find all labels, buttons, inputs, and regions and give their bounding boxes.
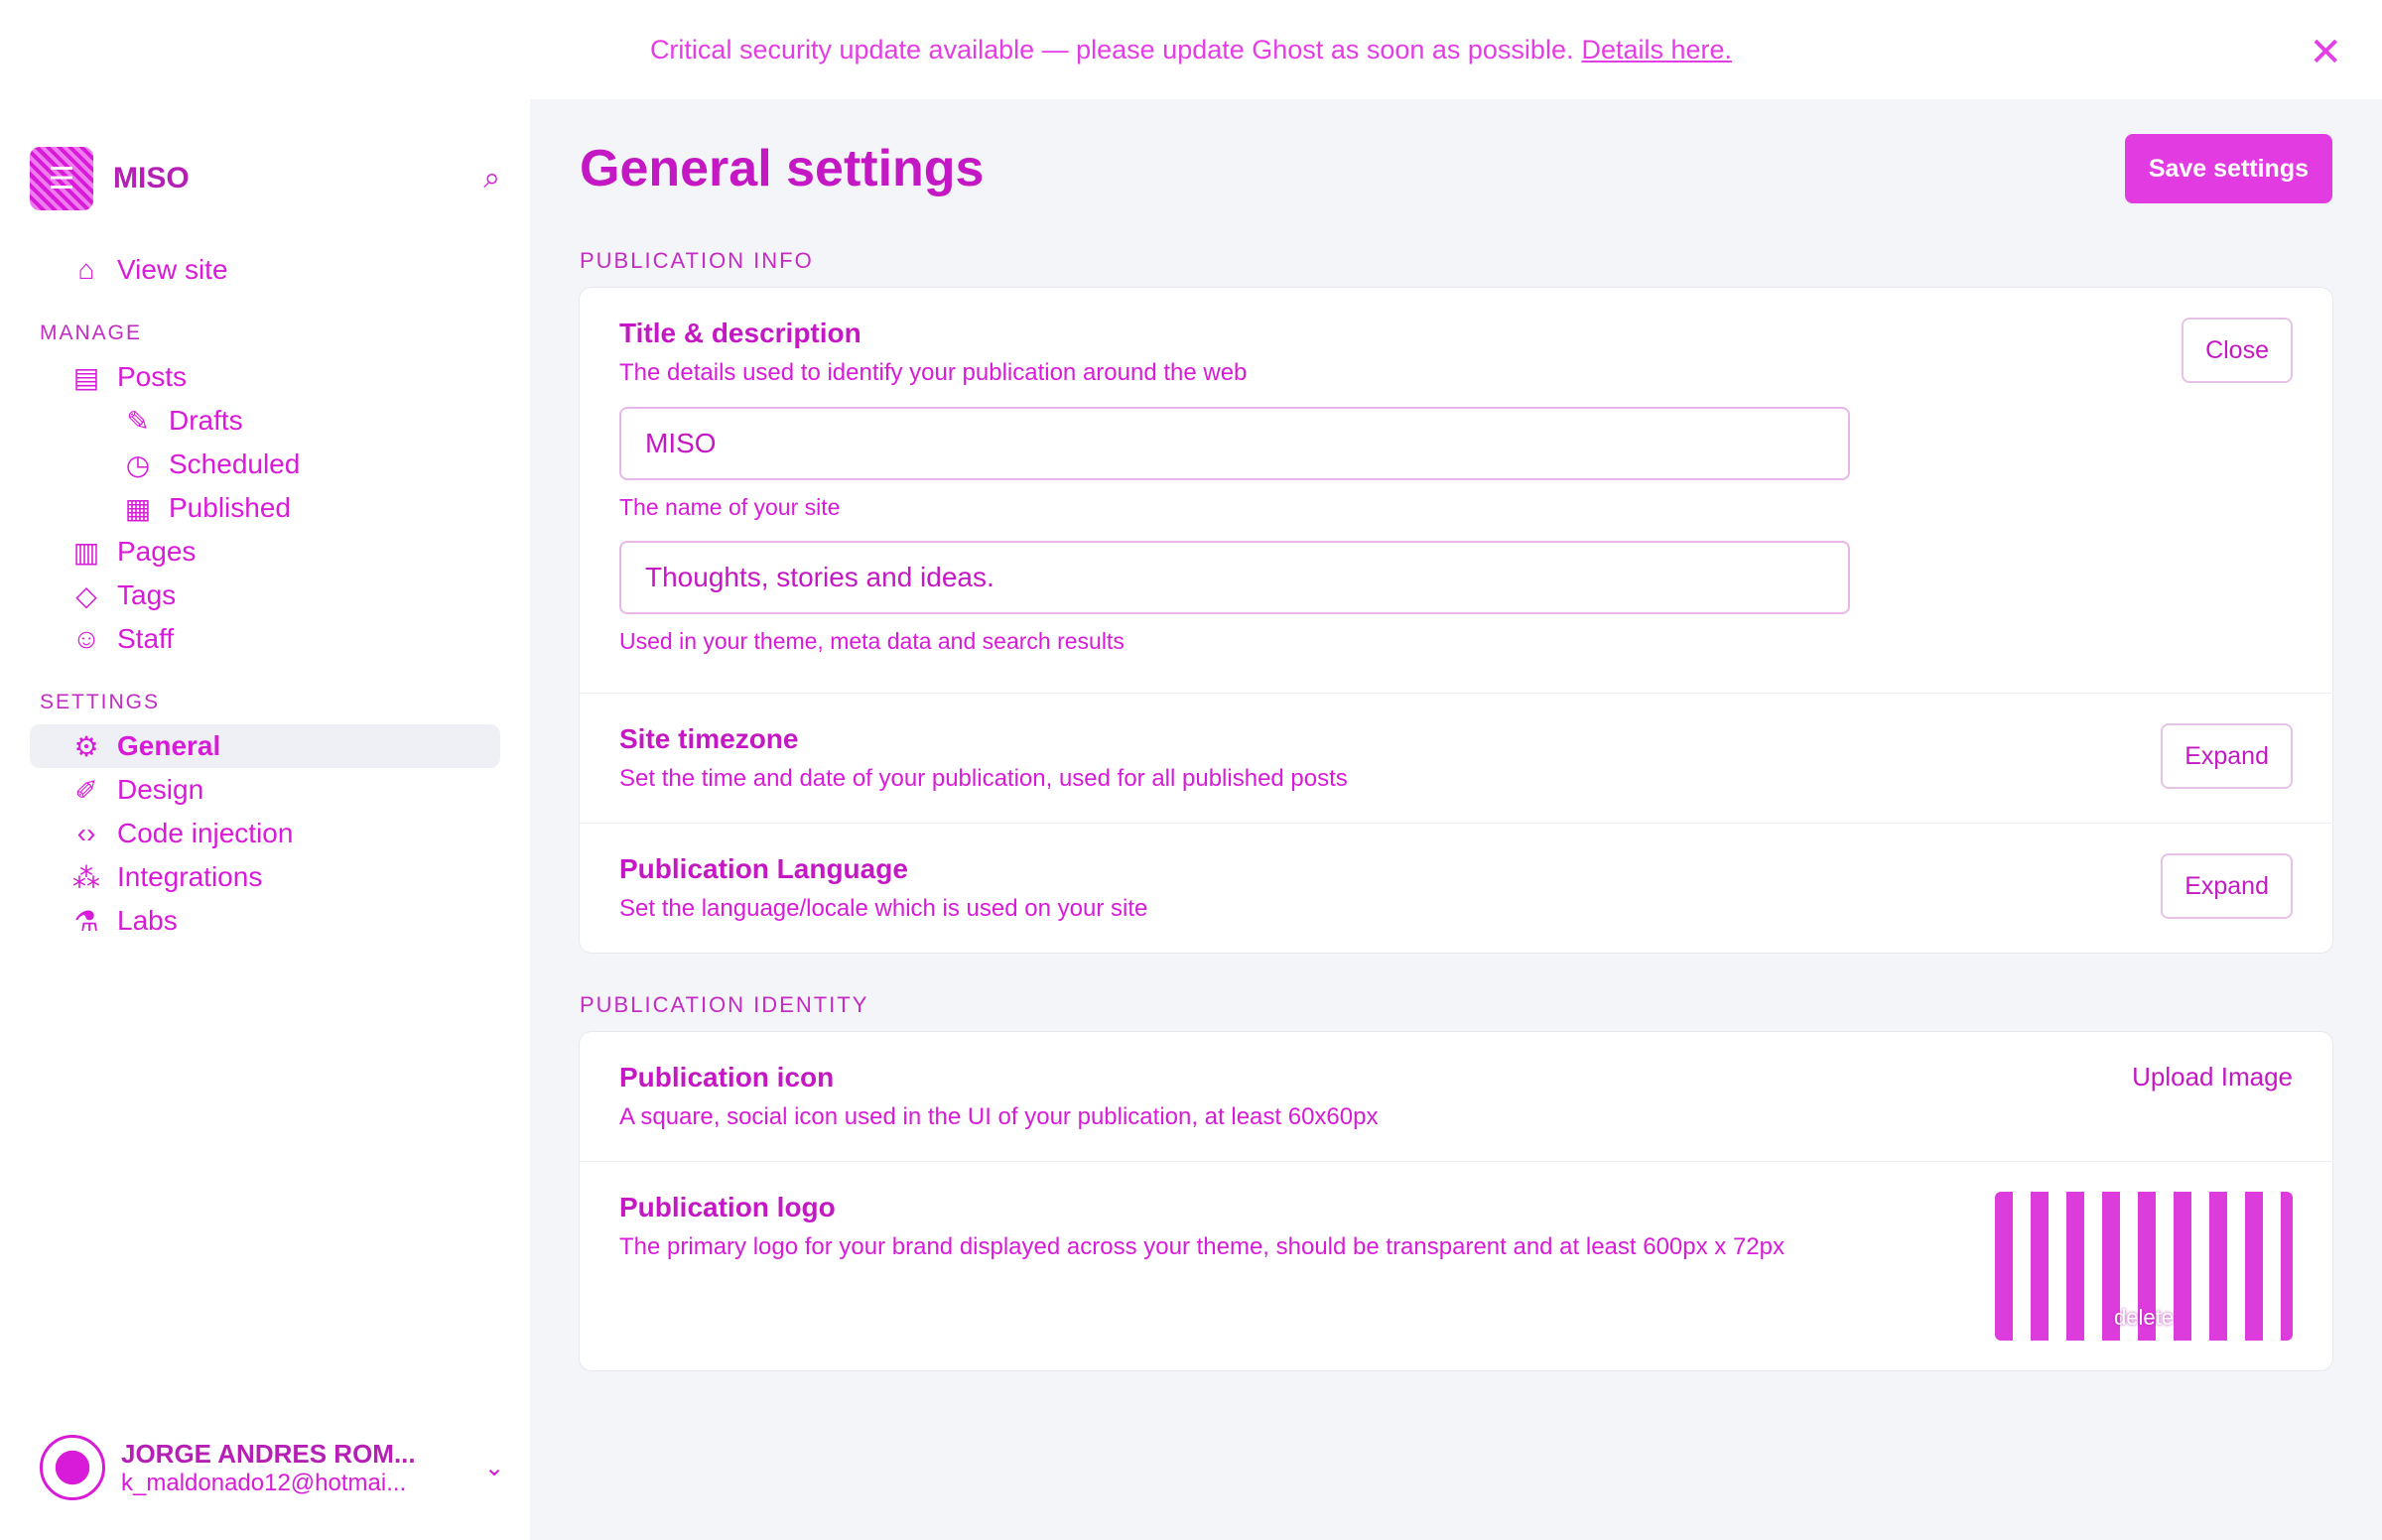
logo-preview[interactable]: delete [1995,1192,2293,1341]
timezone-title: Site timezone [619,723,799,754]
nav-staff-label: Staff [117,623,175,654]
tag-icon: ◇ [75,579,97,611]
nav-scheduled[interactable]: ◷ Scheduled [30,443,500,486]
site-description-help: Used in your theme, meta data and search… [619,628,1125,654]
integrations-icon: ⁂ [72,861,100,893]
nav-code-injection[interactable]: ‹› Code injection [30,812,500,855]
main-header: General settings Save settings [580,129,2332,208]
publication-icon-row: Publication icon A square, social icon u… [580,1032,2332,1162]
publication-logo-title: Publication logo [619,1192,836,1222]
gear-icon: ⚙ [73,730,99,762]
flask-icon: ⚗ [73,905,99,937]
user-menu[interactable]: JORGE ANDRES ROM... k_maldonado12@hotmai… [40,1435,504,1500]
nav-general[interactable]: ⚙ General [30,724,500,768]
manage-heading: MANAGE [40,321,143,344]
nav-view-site[interactable]: ⌂ View site [30,248,500,292]
avatar [40,1435,105,1500]
publication-info-card: Title & description The details used to … [580,288,2332,953]
staff-icon: ☺ [71,623,101,654]
pencil-icon: ✎ [126,405,150,437]
nav-design-label: Design [117,774,204,805]
nav-integrations[interactable]: ⁂ Integrations [30,855,500,899]
nav-tags-label: Tags [117,579,177,610]
language-title: Publication Language [619,853,908,884]
nav-code-injection-label: Code injection [117,818,294,848]
language-desc: Set the language/locale which is used on… [619,895,1148,922]
user-name: JORGE ANDRES ROM... [121,1438,416,1469]
timezone-expand-button[interactable]: Expand [2161,723,2293,789]
title-description-title: Title & description [619,318,861,348]
language-row: Publication Language Set the language/lo… [580,824,2332,953]
nav-labs[interactable]: ⚗ Labs [30,899,500,943]
banner-details-link[interactable]: Details here. [1581,35,1732,65]
pages-icon: ▥ [72,536,100,568]
site-description-input[interactable] [619,541,1850,614]
nav-scheduled-label: Scheduled [169,449,301,479]
nav-drafts[interactable]: ✎ Drafts [30,399,500,443]
logo-delete-link[interactable]: delete [1995,1305,2293,1331]
nav-general-label: General [117,730,221,761]
site-name-field: The name of your site [619,407,1850,521]
sidebar: ☰ MISO ⌕ ⌂ View site MANAGE ▤ Posts ✎ Dr… [0,99,530,1540]
timezone-row: Site timezone Set the time and date of y… [580,694,2332,824]
nav-view-site-label: View site [117,254,228,285]
banner-text: Critical security update available — ple… [649,34,1574,64]
nav-pages[interactable]: ▥ Pages [30,530,500,574]
clock-icon: ◷ [125,449,151,480]
publication-icon-desc: A square, social icon used in the UI of … [619,1103,1379,1130]
save-settings-button[interactable]: Save settings [2124,134,2332,203]
site-description-field: Used in your theme, meta data and search… [619,541,1850,655]
brand-logo[interactable]: ☰ [30,147,93,210]
posts-icon: ▤ [72,361,100,393]
nav-posts-label: Posts [117,361,188,392]
code-icon: ‹› [76,818,96,848]
published-icon: ▦ [124,492,152,524]
nav-published-label: Published [169,492,291,523]
close-button[interactable]: Close [2182,318,2293,383]
site-name-input[interactable] [619,407,1850,480]
nav-posts[interactable]: ▤ Posts [30,355,500,399]
upload-image-button[interactable]: Upload Image [2132,1062,2293,1092]
nav-labs-label: Labs [117,905,178,936]
brand: ☰ MISO ⌕ [30,139,500,218]
nav-integrations-label: Integrations [117,861,263,892]
language-expand-button[interactable]: Expand [2161,853,2293,919]
publication-info-heading: PUBLICATION INFO [580,248,814,273]
publication-identity-heading: PUBLICATION IDENTITY [580,992,869,1017]
search-icon[interactable]: ⌕ [483,162,500,195]
site-name-help: The name of your site [619,494,841,520]
title-description-row: Title & description The details used to … [580,288,2332,694]
timezone-desc: Set the time and date of your publicatio… [619,765,1348,792]
publication-identity-card: Publication icon A square, social icon u… [580,1032,2332,1370]
main-content: General settings Save settings PUBLICATI… [530,99,2382,1540]
settings-heading: SETTINGS [40,691,161,713]
brand-name[interactable]: MISO [113,162,463,195]
nav-design[interactable]: ✐ Design [30,768,500,812]
home-icon: ⌂ [77,254,95,285]
user-email: k_maldonado12@hotmai... [121,1469,407,1496]
publication-logo-row: Publication logo The primary logo for yo… [580,1162,2332,1370]
nav-tags[interactable]: ◇ Tags [30,574,500,617]
publication-logo-desc: The primary logo for your brand displaye… [619,1233,1785,1260]
publication-icon-title: Publication icon [619,1062,835,1092]
chevron-down-icon: ⌄ [484,1454,505,1481]
title-description-desc: The details used to identify your public… [619,359,1248,386]
nav-published[interactable]: ▦ Published [30,486,500,530]
nav-drafts-label: Drafts [169,405,243,436]
nav-pages-label: Pages [117,536,197,567]
security-banner: Critical security update available — ple… [0,0,2382,99]
page-title: General settings [580,140,985,197]
nav-staff[interactable]: ☺ Staff [30,617,500,661]
brush-icon: ✐ [74,774,98,806]
close-icon[interactable]: ✕ [2309,30,2342,75]
